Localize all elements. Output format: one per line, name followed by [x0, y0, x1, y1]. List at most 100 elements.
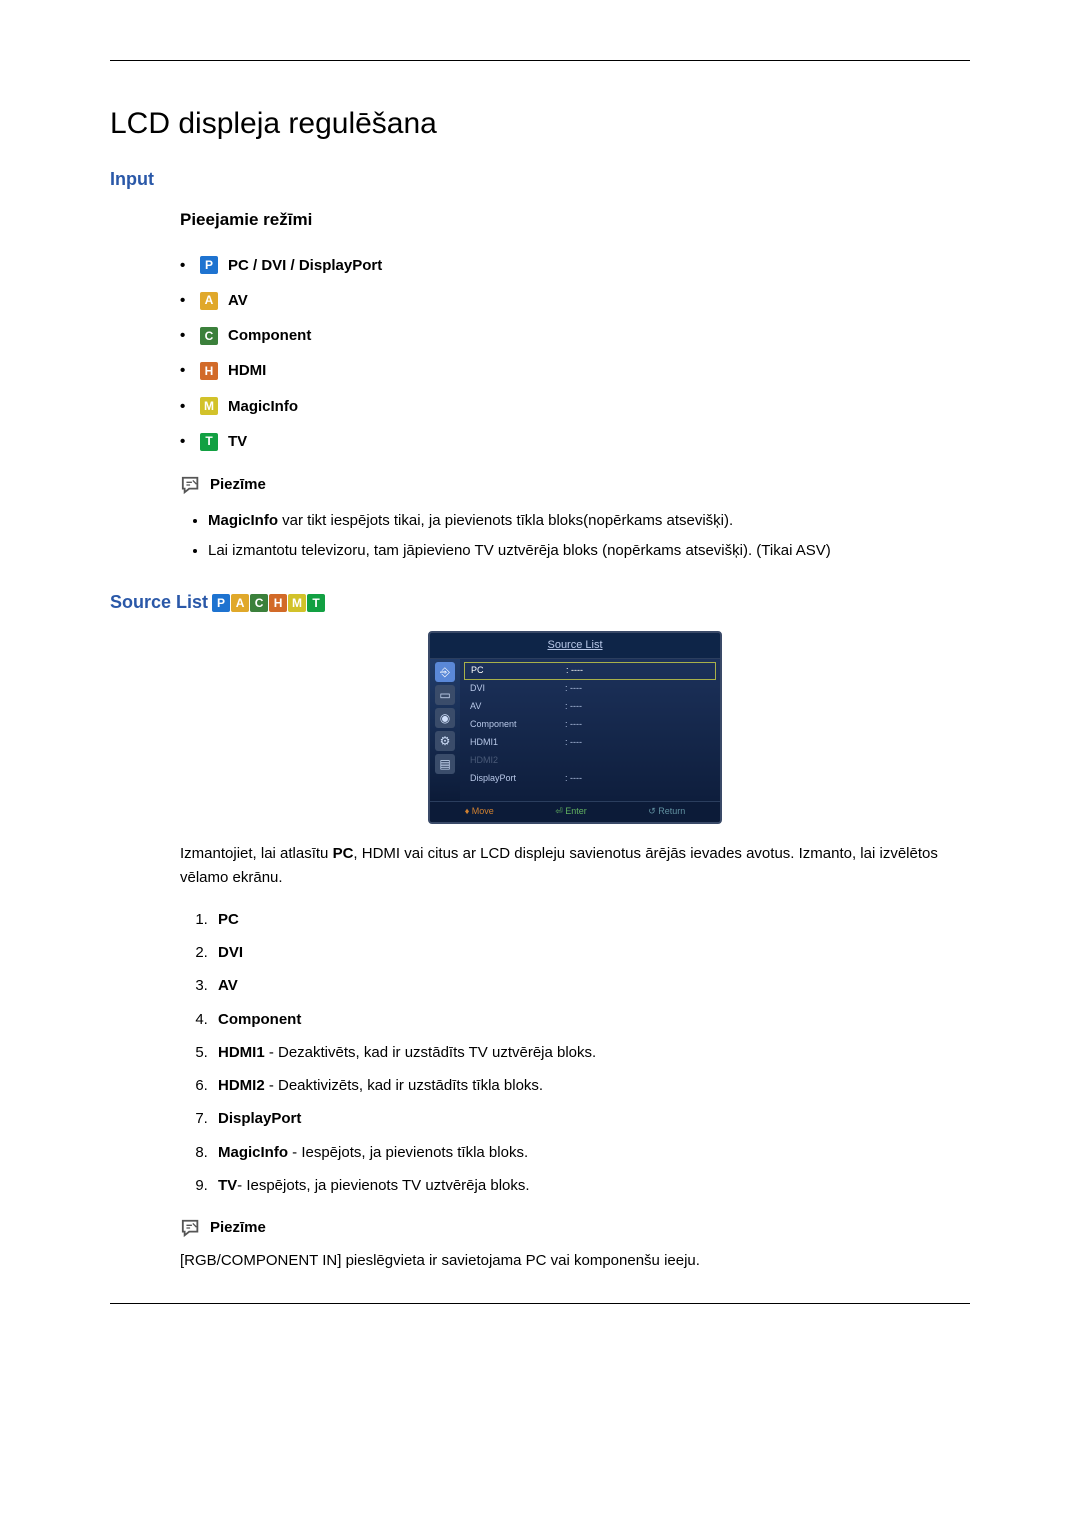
osd-footer: ♦ Move ⏎ Enter ↺ Return: [430, 801, 720, 822]
source-intro: Izmantojiet, lai atlasītu PC, HDMI vai c…: [180, 842, 970, 889]
osd-src: AV: [470, 700, 565, 714]
mode-label: TV: [228, 430, 247, 453]
osd-status: ----: [565, 700, 582, 714]
mode-label: Component: [228, 324, 311, 347]
source-ordered-list: PC DVI AV Component HDMI1 - Dezaktivēts,…: [180, 903, 970, 1202]
mode-item: M MagicInfo: [180, 389, 970, 424]
osd-status: ----: [565, 682, 582, 696]
item-bold: MagicInfo: [218, 1144, 288, 1161]
intro-bold: PC: [333, 845, 354, 862]
mode-label: PC / DVI / DisplayPort: [228, 254, 382, 277]
osd-status: ----: [565, 718, 582, 732]
available-modes-heading: Pieejamie režīmi: [180, 207, 970, 233]
note-icon: [180, 1218, 202, 1238]
page-title: LCD displeja regulēšana: [110, 101, 970, 148]
osd-hint-move: ♦ Move: [465, 805, 494, 819]
list-item: DisplayPort: [212, 1102, 970, 1135]
mode-label: HDMI: [228, 359, 266, 382]
badge-m-icon: M: [288, 594, 306, 612]
item-bold: PC: [218, 911, 239, 928]
osd-status: ----: [565, 736, 582, 750]
item-rest: - Dezaktivēts, kad ir uzstādīts TV uztvē…: [265, 1044, 597, 1061]
osd-row[interactable]: HDMI1----: [460, 734, 720, 752]
osd-row[interactable]: DisplayPort----: [460, 770, 720, 788]
source-list-heading-text: Source List: [110, 589, 208, 617]
mode-item: C Component: [180, 318, 970, 353]
mode-item: T TV: [180, 424, 970, 459]
top-divider: [110, 60, 970, 61]
badge-h-icon: H: [200, 362, 218, 380]
item-rest: - Iespējots, ja pievienots tīkla bloks.: [288, 1144, 528, 1161]
source-list-heading: Source List P A C H M T: [110, 589, 970, 617]
list-item: HDMI1 - Dezaktivēts, kad ir uzstādīts TV…: [212, 1036, 970, 1069]
badge-m-icon: M: [200, 397, 218, 415]
badge-a-icon: A: [231, 594, 249, 612]
osd-src: PC: [471, 664, 566, 678]
item-rest: - Iespējots, ja pievienots TV uztvērēja …: [237, 1177, 529, 1194]
osd-tab-setup-icon[interactable]: ⚙: [435, 731, 455, 751]
osd-tab-input-icon[interactable]: ⎆: [435, 662, 455, 682]
osd-row[interactable]: DVI----: [460, 680, 720, 698]
note-heading: Piezīme: [180, 1216, 970, 1239]
item-bold: TV: [218, 1177, 237, 1194]
note-icon: [180, 475, 202, 495]
osd-src: Component: [470, 718, 565, 732]
mode-item: H HDMI: [180, 353, 970, 388]
osd-status: ----: [565, 772, 582, 786]
osd-src: DisplayPort: [470, 772, 565, 786]
osd-row[interactable]: AV----: [460, 698, 720, 716]
note-text: Lai izmantotu televizoru, tam jāpievieno…: [208, 542, 831, 559]
mode-list: P PC / DVI / DisplayPort AAV C Component H…: [180, 248, 970, 460]
note-text: var tikt iespējots tikai, ja pievienots …: [278, 512, 733, 529]
badge-row: P A C H M T: [212, 594, 325, 612]
osd-row: HDMI2: [460, 752, 720, 770]
note-heading: Piezīme: [180, 473, 970, 496]
intro-pre: Izmantojiet, lai atlasītu: [180, 845, 333, 862]
osd-hint-return: ↺ Return: [648, 805, 685, 819]
badge-p-icon: P: [212, 594, 230, 612]
note-text-final: [RGB/COMPONENT IN] pieslēgvieta ir savie…: [180, 1249, 970, 1272]
badge-t-icon: T: [307, 594, 325, 612]
osd-row-list: PC---- DVI---- AV---- Component---- HDMI…: [460, 659, 720, 802]
osd-tab-sound-icon[interactable]: ◉: [435, 708, 455, 728]
item-bold: HDMI1: [218, 1044, 265, 1061]
osd-row[interactable]: Component----: [460, 716, 720, 734]
note-label: Piezīme: [210, 1216, 266, 1239]
badge-t-icon: T: [200, 433, 218, 451]
osd-src: DVI: [470, 682, 565, 696]
osd-menu: Source List ⎆ ▭ ◉ ⚙ ▤ PC---- DVI---- AV-…: [428, 631, 722, 825]
note-bold: MagicInfo: [208, 512, 278, 529]
item-bold: Component: [218, 1011, 301, 1028]
mode-label: AV: [228, 289, 248, 312]
list-item: TV- Iespējots, ja pievienots TV uztvērēj…: [212, 1169, 970, 1202]
badge-h-icon: H: [269, 594, 287, 612]
item-bold: DisplayPort: [218, 1110, 301, 1127]
bottom-divider: [110, 1303, 970, 1304]
mode-item: AAV: [180, 283, 970, 318]
osd-title: Source List: [430, 633, 720, 659]
osd-tab-multi-icon[interactable]: ▤: [435, 754, 455, 774]
list-item: HDMI2 - Deaktivizēts, kad ir uzstādīts t…: [212, 1069, 970, 1102]
osd-hint-enter: ⏎ Enter: [555, 805, 587, 819]
note-item: MagicInfo var tikt iespējots tikai, ja p…: [208, 506, 970, 535]
item-bold: AV: [218, 977, 238, 994]
osd-tab-picture-icon[interactable]: ▭: [435, 685, 455, 705]
list-item: AV: [212, 969, 970, 1002]
list-item: MagicInfo - Iespējots, ja pievienots tīk…: [212, 1136, 970, 1169]
osd-row[interactable]: PC----: [464, 662, 716, 680]
item-rest: - Deaktivizēts, kad ir uzstādīts tīkla b…: [265, 1077, 543, 1094]
item-bold: HDMI2: [218, 1077, 265, 1094]
badge-c-icon: C: [200, 327, 218, 345]
note-list: MagicInfo var tikt iespējots tikai, ja p…: [180, 506, 970, 565]
osd-status: ----: [566, 664, 583, 678]
mode-item: P PC / DVI / DisplayPort: [180, 248, 970, 283]
note-label: Piezīme: [210, 473, 266, 496]
osd-src: HDMI1: [470, 736, 565, 750]
note-item: Lai izmantotu televizoru, tam jāpievieno…: [208, 536, 970, 565]
list-item: Component: [212, 1003, 970, 1036]
osd-src: HDMI2: [470, 754, 565, 768]
mode-label: MagicInfo: [228, 395, 298, 418]
osd-sidebar: ⎆ ▭ ◉ ⚙ ▤: [430, 659, 460, 802]
badge-p-icon: P: [200, 256, 218, 274]
list-item: DVI: [212, 936, 970, 969]
